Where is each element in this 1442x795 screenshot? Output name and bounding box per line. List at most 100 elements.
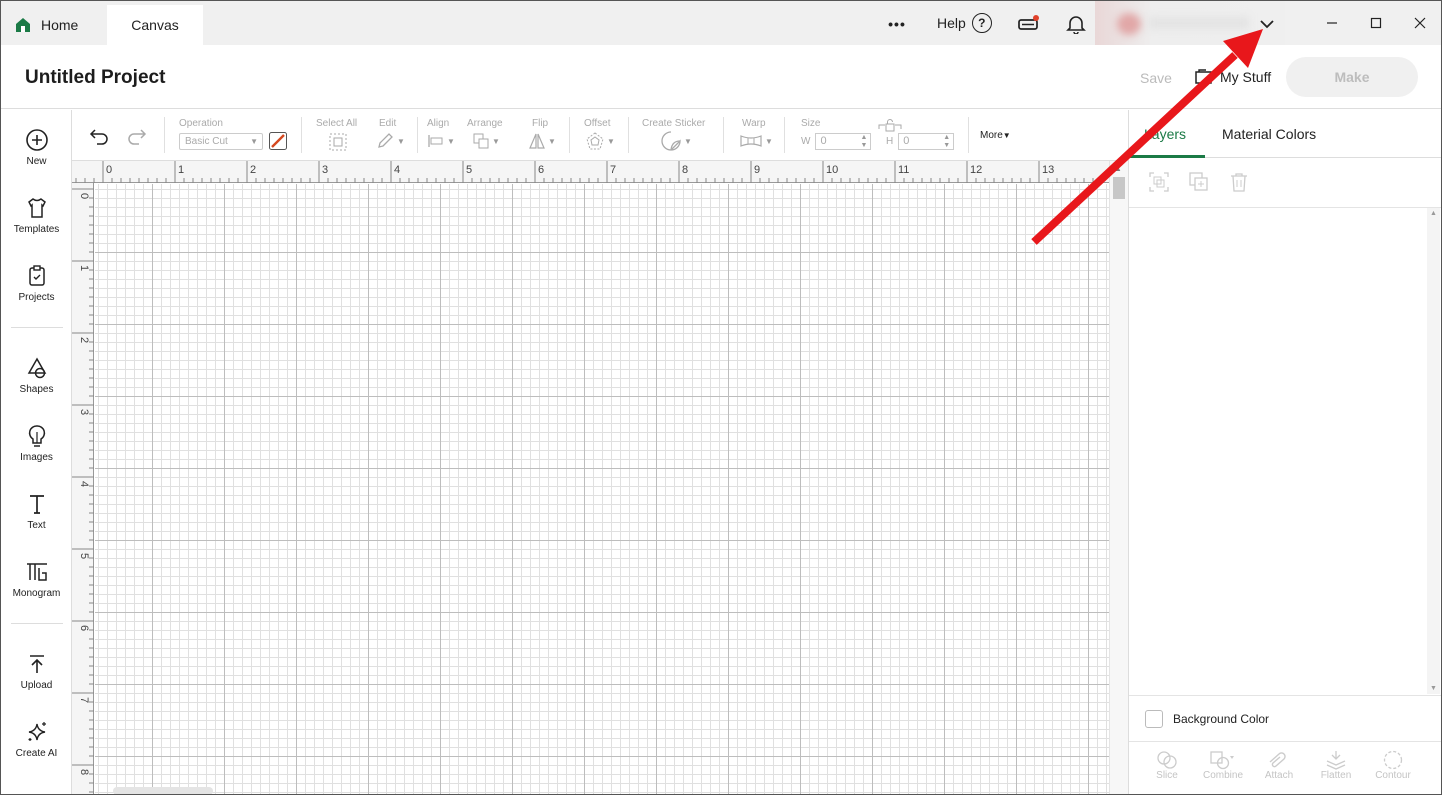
layer-list[interactable]	[1129, 208, 1427, 694]
size-label: Size	[801, 118, 821, 129]
background-color-checkbox[interactable]	[1145, 709, 1163, 728]
scrollbar-thumb[interactable]	[1113, 177, 1125, 199]
group-icon[interactable]	[1149, 172, 1169, 192]
ruler-label: 11	[898, 164, 909, 176]
ruler-ticks: 0 1 2 3 4 5 6 7 8	[72, 188, 94, 793]
minimize-button[interactable]	[1324, 15, 1340, 31]
offset-dropdown[interactable]: ▼	[586, 132, 615, 150]
scroll-up-icon[interactable]: ▲	[1430, 210, 1437, 217]
minimize-icon	[1327, 22, 1337, 24]
sidebar-item-create-ai[interactable]: Create AI	[1, 720, 72, 759]
more-toolbar-button[interactable]: More▼	[980, 130, 1011, 141]
avatar	[1117, 13, 1141, 35]
sidebar-item-projects[interactable]: Projects	[1, 264, 72, 303]
more-options-button[interactable]: •••	[885, 12, 909, 36]
color-swatch-icon[interactable]	[269, 132, 287, 150]
left-sidebar: New Templates Projects Shapes Images Tex…	[1, 110, 72, 794]
ruler-label: 1	[178, 164, 184, 176]
edit-group: Edit	[379, 118, 396, 129]
caret-down-icon: ▼	[397, 136, 405, 146]
height-input[interactable]: 0 ▲ ▼	[898, 132, 955, 150]
arrange-dropdown[interactable]: ▼	[473, 132, 500, 150]
ruler-label: 5	[466, 164, 472, 176]
arrange-group: Arrange	[467, 118, 503, 129]
my-stuff-button[interactable]: My Stuff	[1194, 69, 1271, 85]
sidebar-item-text[interactable]: Text	[1, 492, 72, 531]
vertical-ruler: 0 1 2 3 4 5 6 7 8	[72, 183, 94, 794]
maximize-icon	[1370, 17, 1382, 29]
caret-down-icon: ▼	[765, 136, 773, 146]
contour-icon	[1383, 750, 1403, 770]
stepper-icon[interactable]: ▲ ▼	[943, 134, 950, 150]
divider	[569, 117, 570, 153]
tab-layers[interactable]: Layers	[1144, 126, 1186, 142]
offset-icon	[586, 132, 604, 150]
width-input[interactable]: 0 ▲ ▼	[815, 132, 872, 150]
sidebar-item-new[interactable]: New	[1, 128, 72, 167]
operation-dropdown[interactable]: Basic Cut ▼	[179, 132, 263, 150]
app-window: Home Canvas ••• Help ? Untitled Project …	[0, 0, 1442, 795]
tab-material-colors[interactable]: Material Colors	[1222, 126, 1316, 142]
background-color-label: Background Color	[1173, 711, 1270, 726]
panel-scrollbar[interactable]: ▲ ▼	[1427, 208, 1440, 694]
warp-icon	[740, 135, 762, 147]
shirt-icon	[27, 198, 46, 218]
canvas-grid[interactable]	[95, 184, 1109, 794]
slice-label: Slice	[1156, 770, 1178, 781]
notifications-button[interactable]	[1064, 12, 1088, 36]
project-title[interactable]: Untitled Project	[25, 67, 165, 89]
make-button[interactable]: Make	[1286, 57, 1418, 97]
create-sticker-label: Create Sticker	[642, 118, 706, 129]
sidebar-item-templates[interactable]: Templates	[1, 196, 72, 235]
warp-dropdown[interactable]: ▼	[740, 132, 773, 150]
create-sticker-dropdown[interactable]: ▼	[661, 131, 692, 151]
attach-button[interactable]: Attach	[1251, 750, 1307, 781]
design-canvas[interactable]: 0 1 2 3 4 5 6 7 8 9 10 11 12 13 012345678	[72, 161, 1109, 794]
operation-select[interactable]: Basic Cut ▼	[179, 132, 287, 150]
undo-icon[interactable]	[88, 127, 110, 145]
help-button[interactable]: Help ?	[937, 13, 992, 33]
contour-button[interactable]: Contour	[1365, 750, 1421, 781]
tab-home[interactable]: Home	[15, 5, 78, 45]
select-all-icon[interactable]	[329, 133, 347, 151]
stepper-icon[interactable]: ▲ ▼	[861, 134, 868, 150]
scroll-up-icon[interactable]: ▲	[1114, 164, 1122, 173]
monogram-icon	[26, 563, 47, 581]
flatten-label: Flatten	[1320, 770, 1352, 781]
ruler-label: 13	[1042, 164, 1054, 176]
sidebar-item-images[interactable]: Images	[1, 424, 72, 463]
create-sticker-group: Create Sticker	[642, 118, 705, 129]
align-dropdown[interactable]: ▼	[428, 132, 455, 150]
flip-dropdown[interactable]: ▼	[529, 132, 556, 150]
sidebar-item-upload[interactable]: Upload	[1, 652, 72, 691]
machine-button[interactable]	[1016, 12, 1040, 36]
canvas-vertical-scrollbar[interactable]: ▲	[1109, 161, 1128, 794]
flatten-button[interactable]: Flatten	[1308, 750, 1364, 781]
width-field[interactable]: W 0 ▲ ▼	[801, 132, 872, 150]
trash-icon[interactable]	[1229, 172, 1249, 192]
redo-icon[interactable]	[126, 127, 148, 145]
sidebar-item-shapes[interactable]: Shapes	[1, 356, 72, 395]
combine-button[interactable]: Combine	[1195, 750, 1251, 781]
help-icon: ?	[971, 13, 992, 33]
canvas-horizontal-scrollbar[interactable]	[113, 787, 213, 794]
plus-circle-icon	[25, 129, 48, 151]
slice-button[interactable]: Slice	[1139, 750, 1195, 781]
background-color-row[interactable]: Background Color	[1129, 695, 1441, 741]
close-button[interactable]	[1412, 15, 1428, 31]
scroll-down-icon[interactable]: ▼	[1430, 685, 1437, 692]
sidebar-item-monogram[interactable]: Monogram	[1, 560, 72, 599]
lock-icon[interactable]	[877, 119, 903, 133]
maximize-button[interactable]	[1368, 15, 1384, 31]
tab-home-label: Home	[41, 17, 79, 33]
ruler-label: 1	[78, 265, 90, 271]
width-label: W	[801, 135, 811, 147]
caret-down-icon: ▼	[447, 136, 455, 146]
edit-dropdown[interactable]: ▼	[376, 132, 405, 150]
divider	[723, 117, 724, 153]
tab-canvas[interactable]: Canvas	[107, 5, 203, 45]
chevron-down-icon[interactable]	[1259, 18, 1275, 30]
duplicate-icon[interactable]	[1189, 172, 1209, 192]
height-field[interactable]: H 0 ▲ ▼	[886, 132, 955, 150]
save-button[interactable]: Save	[1140, 70, 1172, 86]
